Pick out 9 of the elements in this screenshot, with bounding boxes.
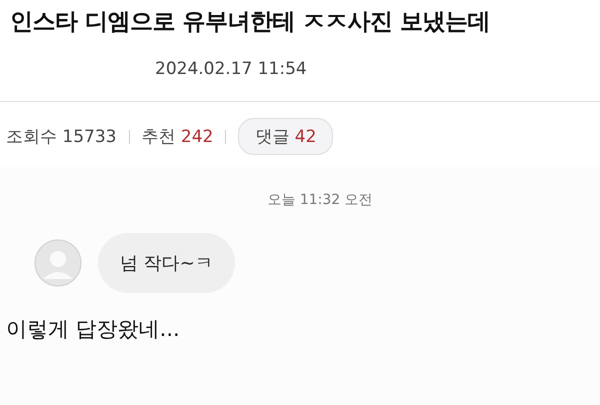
post-title: 인스타 디엠으로 유부녀한테 ㅈㅈ사진 보냈는데 xyxy=(10,8,492,37)
comments-button[interactable]: 댓글 42 xyxy=(238,118,334,155)
avatar-icon xyxy=(34,239,82,287)
recommend-count: 추천 242 xyxy=(142,126,214,148)
message-time: 오늘 11:32 오전 xyxy=(267,191,373,209)
view-count: 조회수 15733 xyxy=(6,126,116,148)
message-bubble: 넘 작다~ㅋ xyxy=(98,233,235,293)
post-date: 2024.02.17 11:54 xyxy=(155,59,308,79)
post-text: 이렇게 답장왔네... xyxy=(6,316,181,343)
